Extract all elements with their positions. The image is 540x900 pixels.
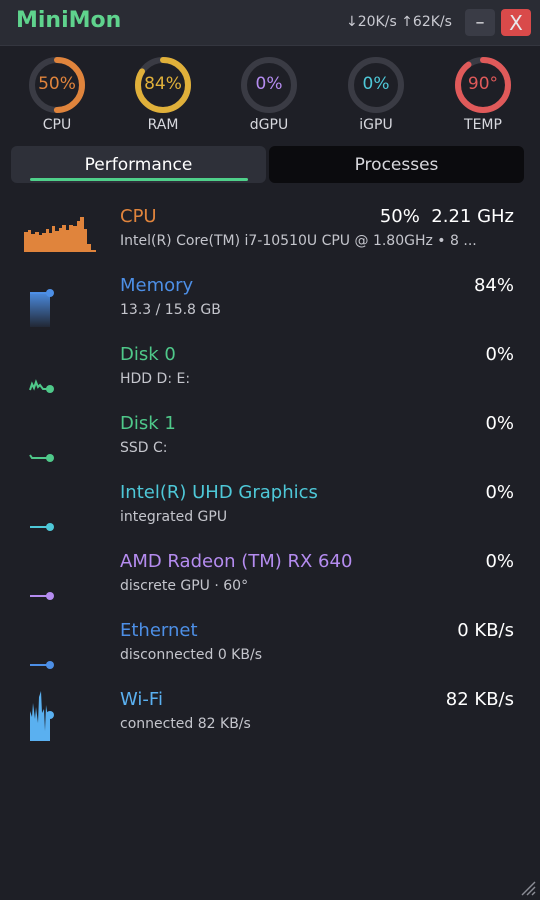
resource-detail: 13.3 / 15.8 GB [120, 302, 221, 318]
temp-gauge-label: TEMP [464, 117, 502, 133]
tab-processes-label: Processes [354, 154, 439, 175]
dgpu-gauge-label: dGPU [249, 117, 289, 133]
resource-detail: Intel(R) Core(TM) i7-10510U CPU @ 1.80GH… [120, 233, 477, 249]
memory-activity-icon [30, 289, 54, 327]
resource-row-discrete-gpu[interactable]: AMD Radeon (TM) RX 640 discrete GPU · 60… [0, 541, 540, 610]
resource-value: 82 KB/s [445, 689, 514, 710]
network-speed-readout: ↓20K/s ↑62K/s [346, 14, 452, 30]
ram-gauge-label: RAM [147, 117, 179, 133]
resource-name: Ethernet [120, 620, 198, 641]
resource-name: AMD Radeon (TM) RX 640 [120, 551, 353, 572]
resource-name: Disk 1 [120, 413, 176, 434]
network-activity-icon [30, 661, 54, 669]
resource-row-cpu[interactable]: CPU Intel(R) Core(TM) i7-10510U CPU @ 1.… [0, 196, 540, 265]
gauge-cpu: 50% CPU [17, 55, 97, 133]
resource-row-disk1[interactable]: Disk 1 SSD C: 0% [0, 403, 540, 472]
resource-detail: disconnected 0 KB/s [120, 647, 262, 663]
resource-row-memory[interactable]: Memory 13.3 / 15.8 GB 84% [0, 265, 540, 334]
tab-bar: Performance Processes [11, 146, 525, 184]
app-title: MiniMon [16, 8, 122, 33]
cpu-gauge-label: CPU [42, 117, 72, 133]
resource-row-disk0[interactable]: Disk 0 HDD D: E: 0% [0, 334, 540, 403]
minimize-button[interactable]: – [465, 9, 495, 36]
cpu-activity-icon [24, 217, 96, 252]
resource-detail: integrated GPU [120, 509, 228, 525]
tab-processes[interactable]: Processes [269, 146, 524, 183]
resource-value: 0 KB/s [457, 620, 514, 641]
resource-detail: connected 82 KB/s [120, 716, 251, 732]
resource-value: 84% [473, 275, 514, 296]
resource-value: 0% [485, 344, 514, 365]
resource-detail: discrete GPU · 60° [120, 578, 249, 594]
igpu-gauge-label: iGPU [359, 117, 393, 133]
close-icon: X [509, 10, 523, 35]
resource-row-integrated-gpu[interactable]: Intel(R) UHD Graphics integrated GPU 0% [0, 472, 540, 541]
active-tab-indicator [30, 178, 248, 181]
wifi-activity-icon [30, 691, 54, 741]
resource-value: 0% [485, 413, 514, 434]
resource-name: CPU [120, 206, 157, 227]
dgpu-gauge-value: 0% [255, 74, 283, 94]
igpu-gauge-value: 0% [362, 74, 390, 94]
gpu-activity-icon [30, 523, 54, 531]
temp-gauge-value: 90° [467, 74, 499, 94]
resource-row-ethernet[interactable]: Ethernet disconnected 0 KB/s 0 KB/s [0, 610, 540, 679]
gauge-strip: 50% CPU 84% RAM 0% dGPU 0% iGPU 90° TEMP [0, 55, 540, 140]
gpu-activity-icon [30, 592, 54, 600]
resource-detail: HDD D: E: [120, 371, 191, 387]
resource-detail: SSD C: [120, 440, 168, 456]
tab-performance-label: Performance [84, 154, 193, 175]
resource-row-wifi[interactable]: Wi-Fi connected 82 KB/s 82 KB/s [0, 679, 540, 748]
gauge-temp: 90° TEMP [443, 55, 523, 133]
resource-name: Intel(R) UHD Graphics [120, 482, 318, 503]
title-bar[interactable]: MiniMon ↓20K/s ↑62K/s – X [0, 0, 540, 46]
resource-value: 50% 2.21 GHz [379, 206, 514, 227]
gauge-ram: 84% RAM [123, 55, 203, 133]
gauge-igpu: 0% iGPU [336, 55, 416, 133]
disk-activity-icon [29, 379, 54, 393]
minimize-icon: – [475, 12, 485, 33]
ram-gauge-value: 84% [144, 74, 182, 94]
gauge-dgpu: 0% dGPU [229, 55, 309, 133]
resource-name: Disk 0 [120, 344, 176, 365]
close-button[interactable]: X [501, 9, 531, 36]
disk-activity-icon [29, 454, 54, 462]
resource-value: 0% [485, 482, 514, 503]
tab-performance[interactable]: Performance [11, 146, 266, 183]
cpu-gauge-value: 50% [38, 74, 76, 94]
resource-value: 0% [485, 551, 514, 572]
resource-name: Memory [120, 275, 194, 296]
resource-name: Wi-Fi [120, 689, 163, 710]
resize-grip-icon[interactable] [518, 878, 536, 896]
